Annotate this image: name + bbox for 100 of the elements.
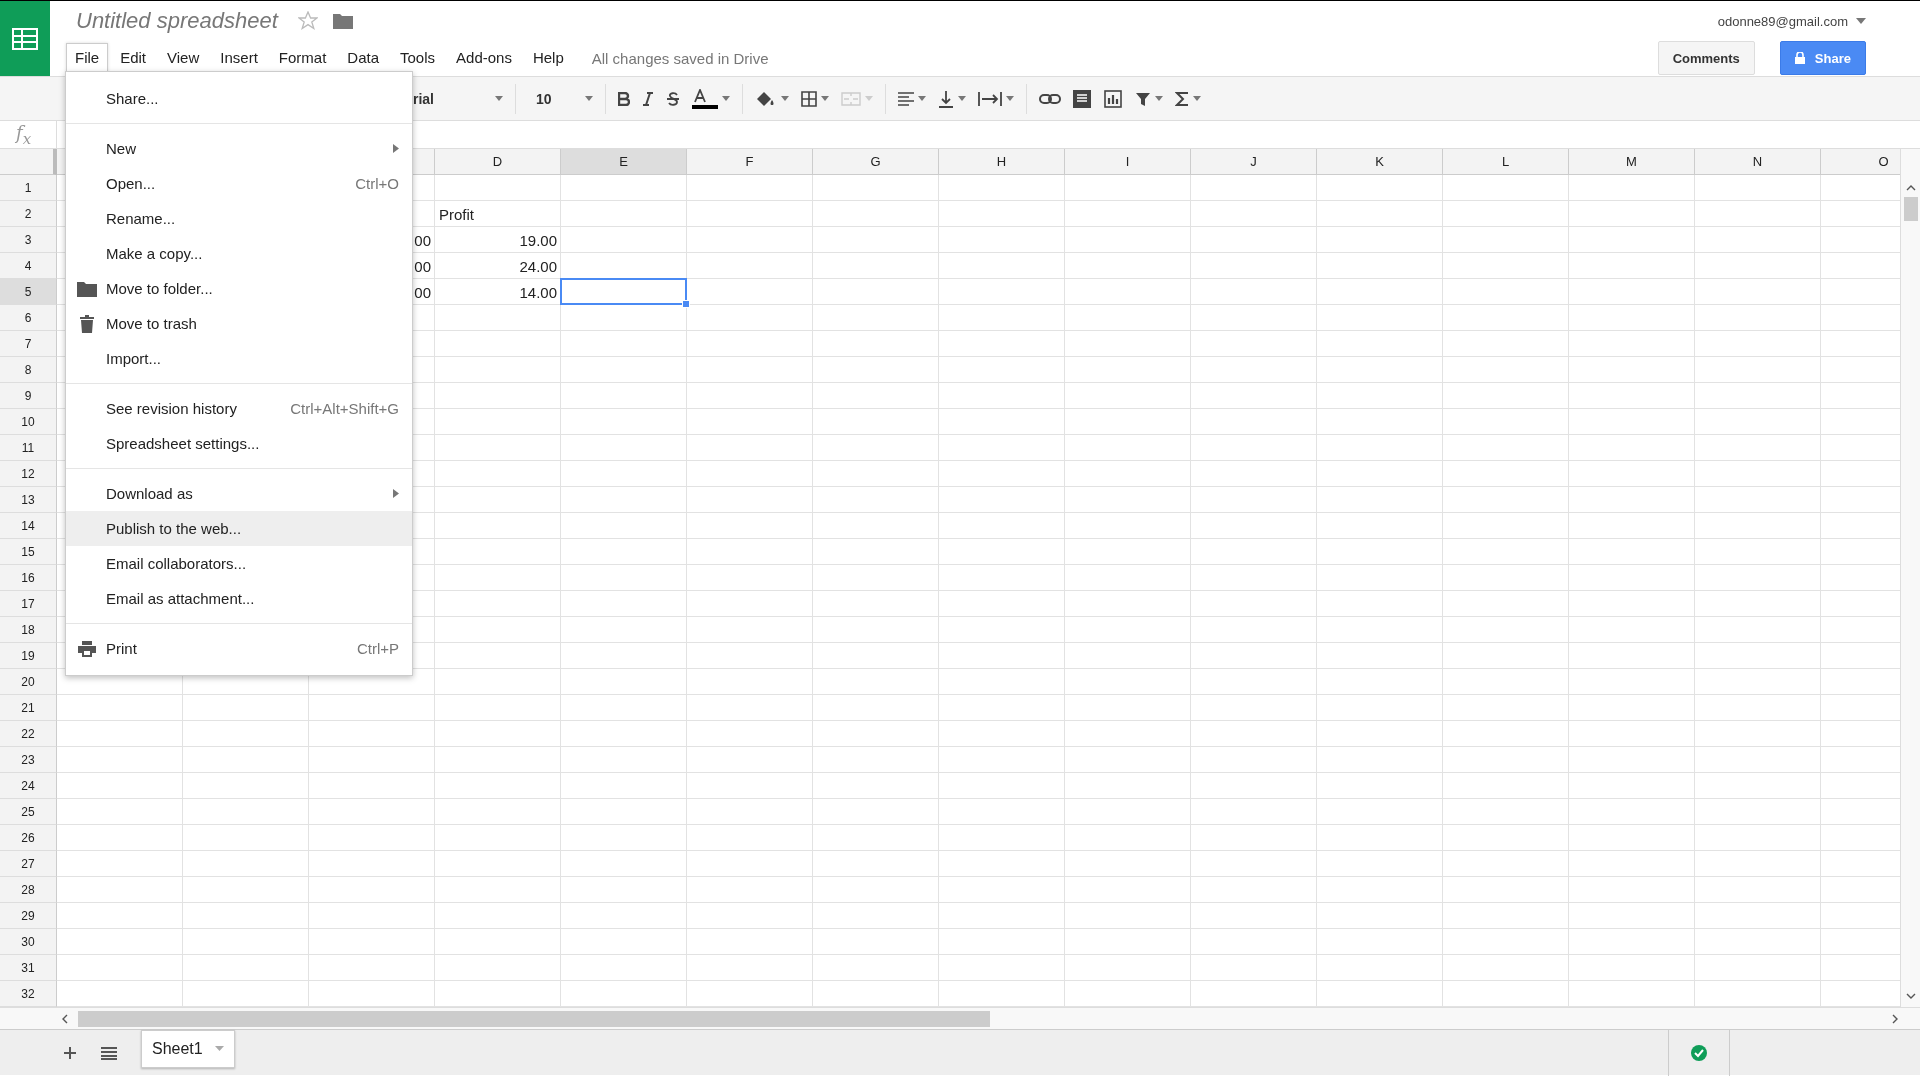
menu-item[interactable]: Rename... — [66, 201, 412, 236]
row-header[interactable]: 17 — [0, 591, 57, 617]
align-left-icon[interactable] — [898, 91, 914, 106]
menu-item[interactable]: Format — [269, 43, 336, 73]
column-header[interactable]: O — [1821, 149, 1900, 175]
column-header[interactable]: J — [1191, 149, 1317, 175]
menu-item[interactable]: Spreadsheet settings... — [66, 426, 412, 461]
caret-icon[interactable] — [918, 96, 926, 101]
caret-icon[interactable] — [1856, 18, 1866, 24]
row-header[interactable]: 32 — [0, 981, 57, 1007]
row-header[interactable]: 31 — [0, 955, 57, 981]
menu-item[interactable]: File — [66, 43, 109, 73]
row-header[interactable]: 11 — [0, 435, 57, 461]
font-size-dropdown[interactable]: 10 — [536, 90, 581, 107]
caret-icon[interactable] — [1006, 96, 1014, 101]
explore-panel-button[interactable] — [1668, 1029, 1730, 1076]
sigma-icon[interactable] — [1175, 90, 1189, 107]
menu-item[interactable]: Move to trash — [66, 306, 412, 341]
row-header[interactable]: 15 — [0, 539, 57, 565]
column-header[interactable]: H — [939, 149, 1065, 175]
vertical-scrollbar[interactable] — [1900, 149, 1920, 1007]
text-color-icon[interactable] — [692, 88, 718, 109]
column-header[interactable]: I — [1065, 149, 1191, 175]
scrollbar-thumb[interactable] — [78, 1010, 990, 1027]
column-header[interactable]: N — [1695, 149, 1821, 175]
column-header[interactable]: M — [1569, 149, 1695, 175]
caret-icon[interactable] — [1155, 96, 1163, 101]
chart-icon[interactable] — [1103, 88, 1123, 109]
caret-icon[interactable] — [958, 96, 966, 101]
sheet-list-icon[interactable] — [101, 1045, 117, 1060]
row-header[interactable]: 25 — [0, 799, 57, 825]
caret-icon[interactable] — [781, 96, 789, 101]
row-header[interactable]: 22 — [0, 721, 57, 747]
row-header[interactable]: 3 — [0, 227, 57, 253]
caret-icon[interactable] — [585, 96, 593, 101]
menu-item[interactable]: Import... — [66, 341, 412, 376]
menu-item[interactable]: Data — [338, 43, 388, 73]
row-header[interactable]: 14 — [0, 513, 57, 539]
row-header[interactable]: 19 — [0, 643, 57, 669]
folder-icon[interactable] — [331, 12, 354, 30]
menu-item[interactable]: See revision history Ctrl+Alt+Shift+G — [66, 391, 412, 426]
column-header[interactable]: L — [1443, 149, 1569, 175]
menu-item[interactable]: Publish to the web... — [66, 511, 412, 546]
strikethrough-icon[interactable] — [666, 91, 680, 106]
row-header[interactable]: 30 — [0, 929, 57, 955]
caret-icon[interactable] — [1193, 96, 1201, 101]
horizontal-scrollbar[interactable] — [0, 1007, 1920, 1029]
row-header[interactable]: 20 — [0, 669, 57, 695]
comment-icon[interactable] — [1073, 89, 1091, 108]
caret-icon[interactable] — [821, 96, 829, 101]
document-title[interactable]: Untitled spreadsheet — [76, 8, 278, 34]
column-header[interactable]: G — [813, 149, 939, 175]
menu-item[interactable]: Insert — [211, 43, 267, 73]
menu-item[interactable]: Tools — [391, 43, 445, 73]
menu-item[interactable]: View — [158, 43, 209, 73]
sheets-logo-icon[interactable] — [0, 1, 50, 76]
column-header[interactable]: E — [561, 149, 687, 175]
caret-icon[interactable] — [214, 1046, 224, 1051]
menu-item[interactable]: New — [66, 131, 412, 166]
row-header[interactable]: 13 — [0, 487, 57, 513]
menu-item[interactable]: Help — [523, 43, 573, 73]
scrollbar-thumb[interactable] — [1903, 197, 1918, 221]
row-header[interactable]: 16 — [0, 565, 57, 591]
filter-icon[interactable] — [1135, 90, 1151, 107]
row-header[interactable]: 5 — [0, 279, 57, 305]
menu-item[interactable]: Move to folder... — [66, 271, 412, 306]
link-icon[interactable] — [1039, 92, 1061, 105]
borders-icon[interactable] — [801, 90, 817, 107]
menu-item[interactable]: Share... — [66, 81, 412, 116]
row-header[interactable]: 7 — [0, 331, 57, 357]
row-header[interactable]: 12 — [0, 461, 57, 487]
menu-item[interactable]: Edit — [111, 43, 156, 73]
row-header[interactable]: 21 — [0, 695, 57, 721]
sheet-tab[interactable]: Sheet1 — [141, 1029, 235, 1068]
row-header[interactable]: 26 — [0, 825, 57, 851]
column-header[interactable]: F — [687, 149, 813, 175]
row-header[interactable]: 28 — [0, 877, 57, 903]
italic-icon[interactable] — [642, 91, 654, 106]
column-header[interactable]: D — [435, 149, 561, 175]
row-header[interactable]: 2 — [0, 201, 57, 227]
vertical-align-icon[interactable] — [938, 89, 954, 108]
comments-button[interactable]: Comments — [1657, 41, 1755, 75]
font-dropdown[interactable]: rial — [413, 90, 491, 107]
row-header[interactable]: 6 — [0, 305, 57, 331]
add-sheet-icon[interactable] — [63, 1045, 77, 1060]
column-header[interactable]: K — [1317, 149, 1443, 175]
row-header[interactable]: 24 — [0, 773, 57, 799]
row-header[interactable]: 4 — [0, 253, 57, 279]
row-header[interactable]: 8 — [0, 357, 57, 383]
row-header[interactable]: 29 — [0, 903, 57, 929]
row-header[interactable]: 9 — [0, 383, 57, 409]
row-header[interactable]: 18 — [0, 617, 57, 643]
text-wrap-icon[interactable] — [978, 90, 1002, 107]
check-icon[interactable] — [1690, 1043, 1708, 1062]
menu-item[interactable]: Download as — [66, 476, 412, 511]
caret-icon[interactable] — [722, 96, 730, 101]
caret-icon[interactable] — [495, 96, 503, 101]
bold-icon[interactable] — [618, 91, 630, 106]
row-header[interactable]: 23 — [0, 747, 57, 773]
menu-item[interactable]: Open... Ctrl+O — [66, 166, 412, 201]
